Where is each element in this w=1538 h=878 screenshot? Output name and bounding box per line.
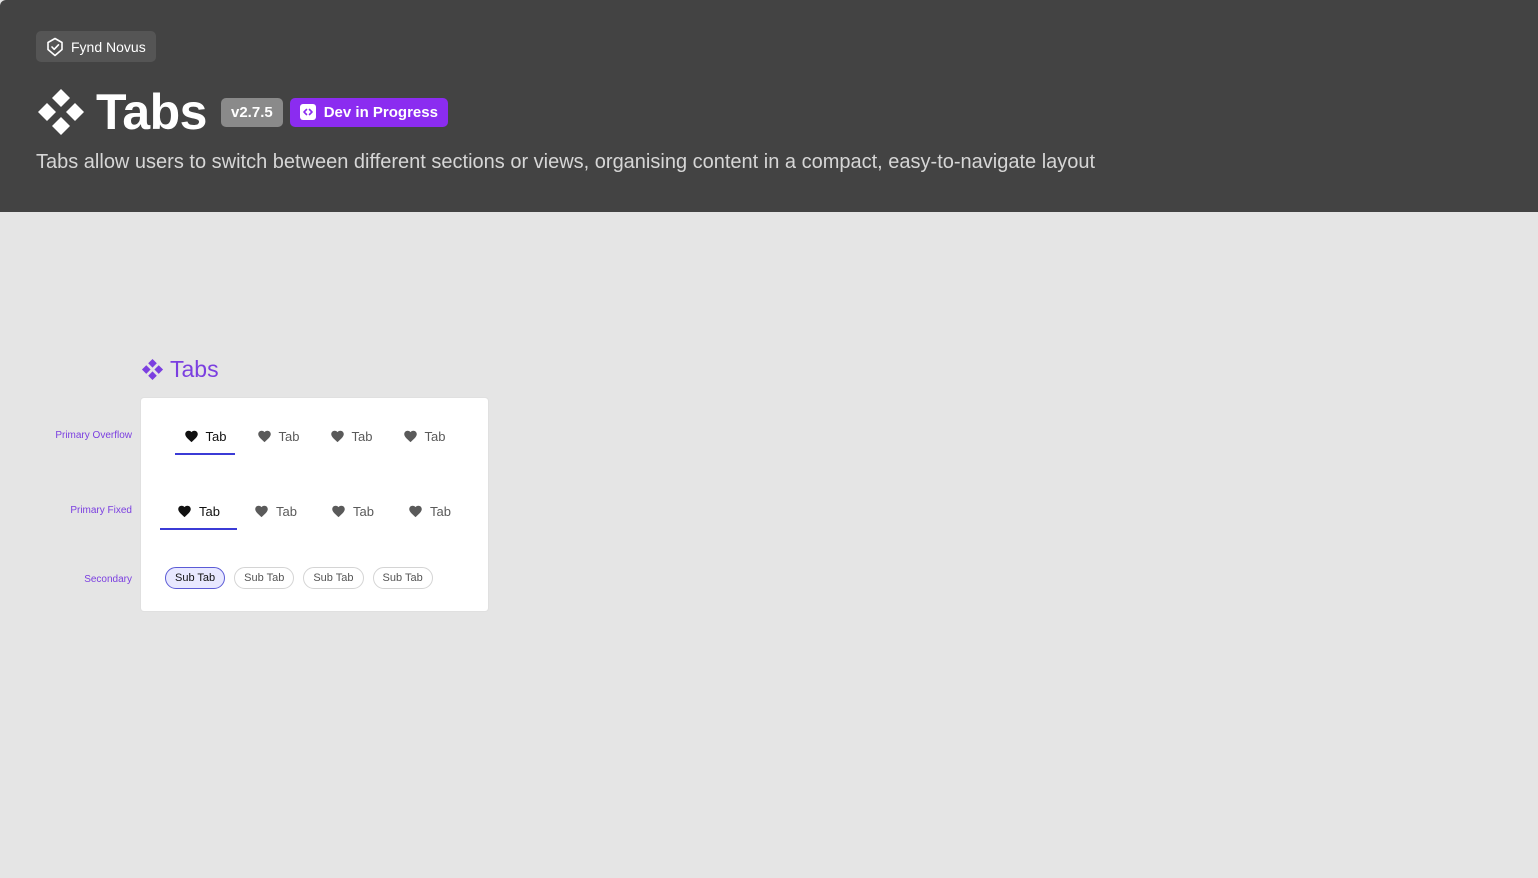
sub-tab-item[interactable]: Sub Tab	[234, 567, 295, 589]
sub-tab-item[interactable]: Sub Tab	[372, 567, 433, 589]
heart-icon	[330, 430, 344, 442]
tab-item[interactable]: Tab	[237, 493, 314, 529]
tab-label: Tab	[276, 503, 297, 519]
tab-label: Tab	[351, 428, 373, 444]
tab-label: Tab	[353, 503, 374, 519]
tab-item[interactable]: Tab	[160, 493, 237, 530]
row-label-primary-fixed: Primary Fixed	[70, 505, 132, 516]
heart-icon	[409, 505, 422, 517]
primary-overflow-tabs: Tab Tab Tab Tab	[175, 418, 454, 455]
row-label-secondary: Secondary	[84, 574, 132, 585]
tab-item[interactable]: Tab	[314, 493, 391, 529]
status-label: Dev in Progress	[323, 103, 438, 121]
brand-badge[interactable]: Fynd Novus	[36, 31, 156, 62]
heart-icon	[184, 430, 198, 442]
tab-item[interactable]: Tab	[391, 493, 468, 529]
brand-name: Fynd Novus	[71, 38, 146, 55]
showcase-title-text: Tabs	[170, 356, 219, 382]
tab-label: Tab	[430, 503, 451, 519]
version-badge: v2.7.5	[221, 97, 283, 127]
title-row: Tabs v2.7.5 Dev in Progress	[36, 87, 448, 137]
tab-label: Tab	[424, 428, 446, 444]
tab-item[interactable]: Tab	[321, 418, 381, 454]
component-icon	[38, 89, 84, 135]
heart-icon	[403, 430, 417, 442]
tab-item[interactable]: Tab	[248, 418, 308, 454]
tab-item[interactable]: Tab	[394, 418, 454, 454]
tab-item[interactable]: Tab	[175, 418, 235, 455]
row-label-primary-overflow: Primary Overflow	[55, 430, 132, 441]
brand-logo-icon	[45, 37, 65, 57]
heart-icon	[178, 505, 191, 517]
tab-label: Tab	[205, 428, 227, 444]
page-title: Tabs	[96, 84, 208, 140]
secondary-tabs: Sub Tab Sub Tab Sub Tab Sub Tab	[165, 567, 433, 589]
status-badge: Dev in Progress	[289, 97, 448, 127]
page-description: Tabs allow users to switch between diffe…	[36, 151, 1096, 173]
tabs-showcase-card: Tab Tab Tab Tab Tab Tab Tab Tab Sub Tab …	[141, 398, 488, 611]
heart-icon	[255, 505, 268, 517]
heart-icon	[332, 505, 345, 517]
page-header: Fynd Novus Tabs v2.7.5 Dev in Progress T…	[0, 0, 1538, 212]
showcase-title: Tabs	[141, 356, 219, 383]
primary-fixed-tabs: Tab Tab Tab Tab	[160, 493, 468, 530]
tab-label: Tab	[199, 503, 220, 519]
tab-label: Tab	[278, 428, 300, 444]
component-icon	[141, 358, 164, 381]
sub-tab-item[interactable]: Sub Tab	[165, 567, 226, 589]
heart-icon	[257, 430, 271, 442]
sub-tab-item[interactable]: Sub Tab	[303, 567, 364, 589]
code-icon	[299, 104, 316, 120]
